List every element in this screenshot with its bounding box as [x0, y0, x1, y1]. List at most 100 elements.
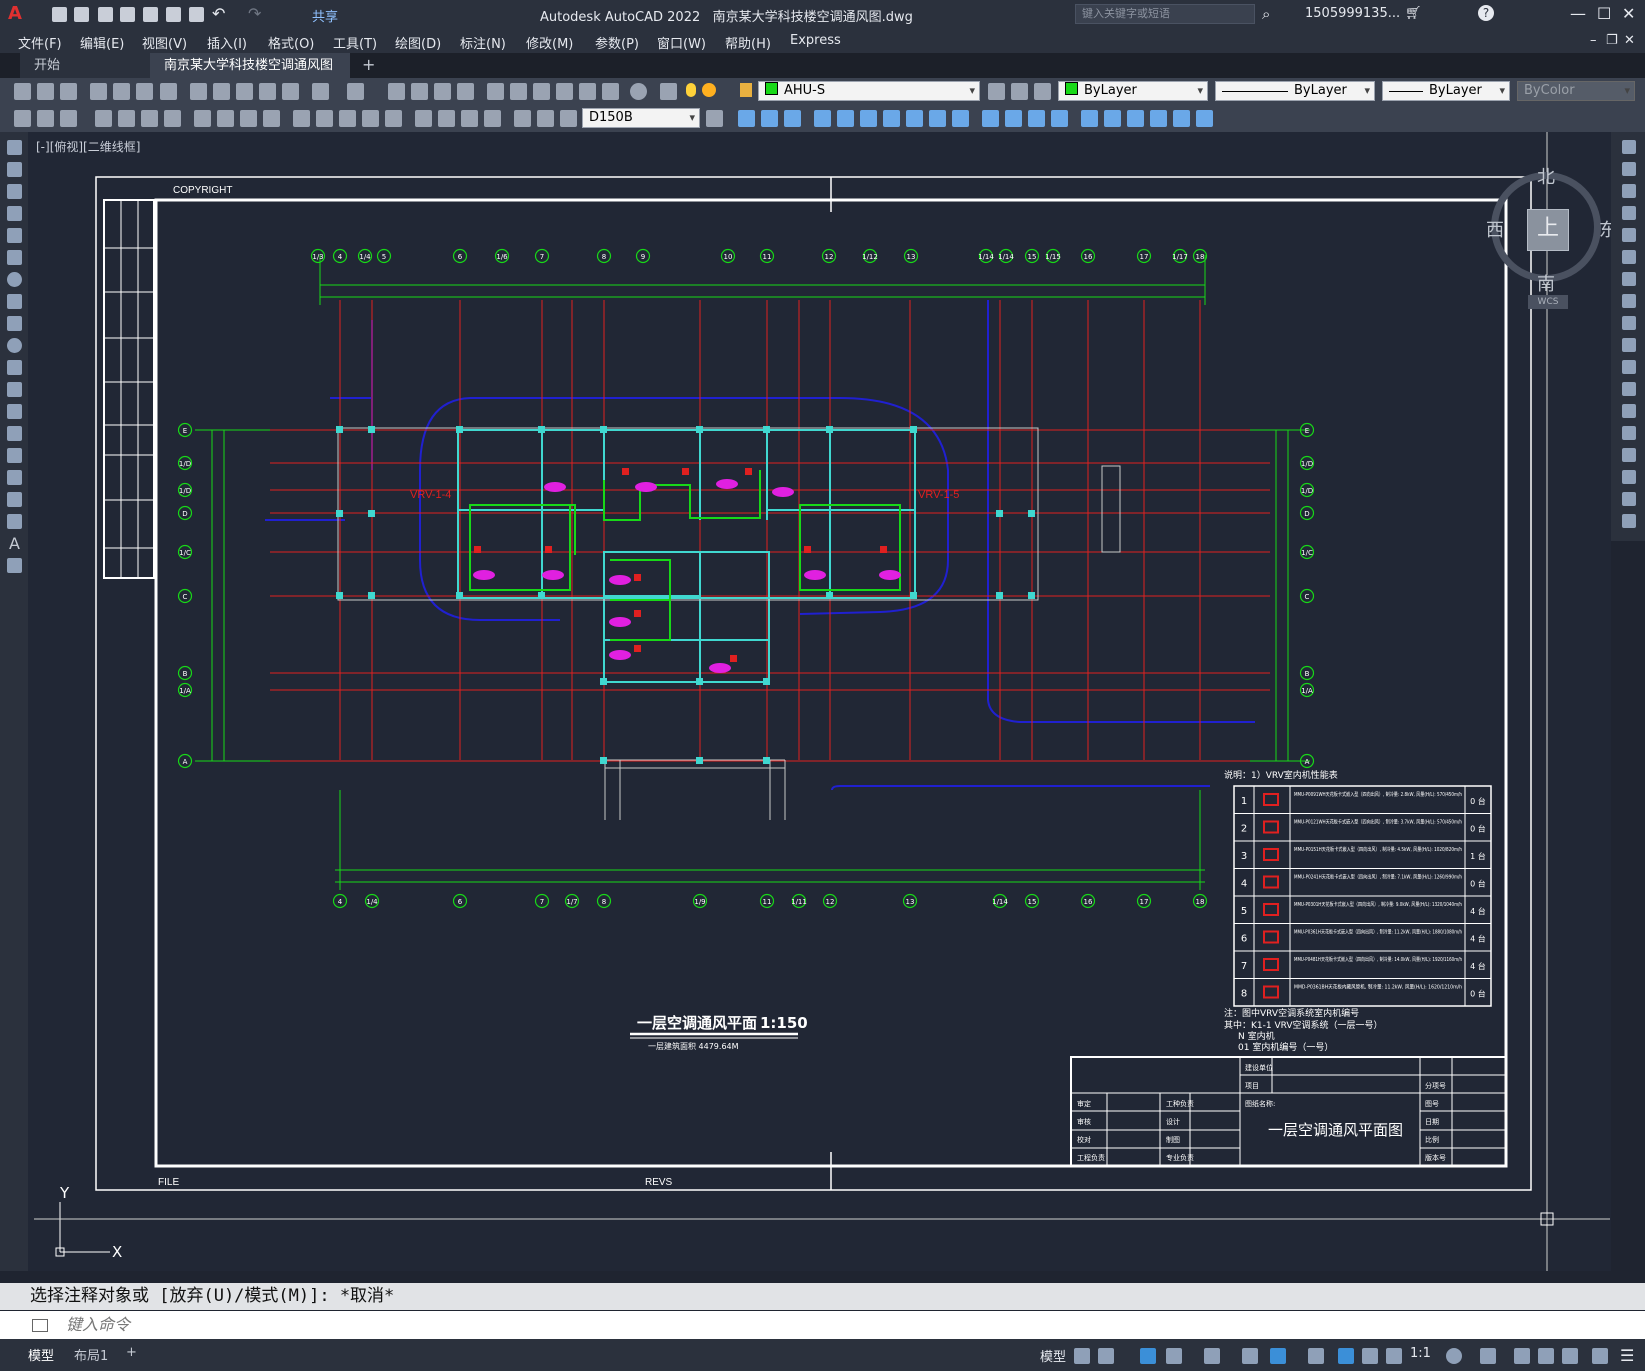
erase-icon[interactable] [1622, 140, 1636, 154]
redo-icon[interactable] [347, 83, 364, 100]
help-icon[interactable] [630, 83, 647, 100]
layer-properties-icon[interactable] [660, 83, 677, 100]
point-icon[interactable] [7, 426, 22, 441]
spline-icon[interactable] [7, 316, 22, 331]
annotation-scale[interactable]: 1:1 [1410, 1346, 1431, 1361]
publish-icon[interactable] [136, 83, 153, 100]
3d-print-icon[interactable] [160, 83, 177, 100]
stretch-icon[interactable] [1622, 316, 1636, 330]
menu-insert[interactable]: 插入(I) [207, 33, 247, 52]
dim-edit-icon[interactable] [514, 110, 531, 127]
osnap-icon[interactable] [1270, 1348, 1286, 1364]
viewcube-top-face[interactable]: 上 [1527, 209, 1569, 251]
modify-icon-10[interactable] [952, 110, 969, 127]
break-icon[interactable] [1622, 404, 1636, 418]
viewcube-west[interactable]: 西 [1486, 216, 1504, 242]
move-icon[interactable] [1622, 250, 1636, 264]
share-button[interactable]: 共享 [312, 6, 338, 25]
save-icon[interactable] [60, 83, 77, 100]
modify-icon-9[interactable] [929, 110, 946, 127]
diameter-dim-icon[interactable] [240, 110, 257, 127]
modify-icon-3[interactable] [784, 110, 801, 127]
autocad-logo-icon[interactable]: A [8, 3, 22, 24]
paste-icon[interactable] [236, 83, 253, 100]
command-icon[interactable] [32, 1319, 48, 1332]
make-block-icon[interactable] [7, 404, 22, 419]
zoom-previous-icon[interactable] [457, 83, 474, 100]
dimstyle-dropdown[interactable]: D150B [582, 108, 700, 128]
aligned-dim-icon[interactable] [118, 110, 135, 127]
menu-tools[interactable]: 工具(T) [333, 33, 377, 52]
doc-minimize-icon[interactable]: – [1590, 33, 1597, 48]
maximize-button[interactable]: ☐ [1597, 4, 1611, 23]
command-line[interactable]: 键入命令 [0, 1311, 1645, 1339]
annotation-visibility-icon[interactable] [1338, 1348, 1354, 1364]
layer-thaw-icon[interactable] [702, 83, 716, 97]
search-icon[interactable]: ⌕ [1262, 5, 1270, 23]
markup-icon[interactable] [579, 83, 596, 100]
menu-dimension[interactable]: 标注(N) [460, 33, 506, 52]
isolate-objects-icon[interactable] [1514, 1348, 1530, 1364]
rectangle-icon[interactable] [7, 228, 22, 243]
explode-icon[interactable] [1622, 514, 1636, 528]
region-icon[interactable] [7, 492, 22, 507]
open-icon[interactable] [37, 83, 54, 100]
break-at-point-icon[interactable] [1622, 382, 1636, 396]
isodraft-icon[interactable] [1204, 1348, 1220, 1364]
customize-menu-icon[interactable]: ☰ [1620, 1346, 1634, 1365]
fillet-icon[interactable] [1622, 470, 1636, 484]
linear-dim-icon[interactable] [95, 110, 112, 127]
menu-view[interactable]: 视图(V) [142, 33, 187, 52]
save-icon[interactable] [98, 7, 113, 22]
workspace-gear-icon[interactable] [1446, 1348, 1462, 1364]
chamfer-icon[interactable] [1622, 448, 1636, 462]
extend-icon[interactable] [1622, 360, 1636, 374]
gradient-icon[interactable] [7, 470, 22, 485]
plot-icon[interactable] [143, 7, 158, 22]
modify-icon-11[interactable] [982, 110, 999, 127]
layer-on-icon[interactable] [686, 83, 696, 97]
snap-icon[interactable] [1098, 1348, 1114, 1364]
modify-icon-1[interactable] [738, 110, 755, 127]
otrack-icon[interactable] [1242, 1348, 1258, 1364]
tab-start[interactable]: 开始 [20, 53, 150, 78]
blockedit-icon[interactable] [282, 83, 299, 100]
viewcube-north[interactable]: 北 [1537, 163, 1555, 189]
tolerance-icon[interactable] [415, 110, 432, 127]
polyline-icon[interactable] [7, 184, 22, 199]
pan-icon[interactable] [388, 83, 405, 100]
matchprop-icon[interactable] [259, 83, 276, 100]
lineweight-icon[interactable] [1308, 1348, 1324, 1364]
annotation-scale-icon[interactable] [1386, 1348, 1402, 1364]
print-icon[interactable] [189, 7, 204, 22]
model-space-button[interactable]: 模型 [1040, 1346, 1066, 1365]
cut-icon[interactable] [190, 83, 207, 100]
open-icon[interactable] [74, 7, 89, 22]
join-icon[interactable] [1622, 426, 1636, 440]
annotation-monitor-icon[interactable] [1480, 1348, 1496, 1364]
clean-screen-icon[interactable] [1562, 1348, 1578, 1364]
tab-document[interactable]: 南京某大学科技楼空调通风图*× [150, 53, 350, 98]
modify-icon-12[interactable] [1005, 110, 1022, 127]
cart-icon[interactable]: 🛒︎ [1405, 6, 1422, 21]
polygon-icon[interactable] [7, 206, 22, 221]
tb2-icon-1[interactable] [14, 110, 31, 127]
add-layout-button[interactable]: + [126, 1345, 137, 1360]
rotate-icon[interactable] [1622, 272, 1636, 286]
drawing-canvas[interactable]: COPYRIGHT FILE REVS VRV-1-4 VRV-1-5 1/3 … [28, 132, 1611, 1271]
mirror-icon[interactable] [1622, 184, 1636, 198]
ortho-icon[interactable] [1140, 1348, 1156, 1364]
revcloud-icon[interactable] [7, 294, 22, 309]
doc-close-icon[interactable]: ✕ [1624, 33, 1635, 48]
modify-icon-7[interactable] [883, 110, 900, 127]
make-current-icon[interactable] [988, 83, 1005, 100]
viewcube-south[interactable]: 南 [1537, 270, 1555, 296]
mtext-icon[interactable]: A [9, 534, 20, 553]
undo-icon[interactable]: ↶ [212, 4, 225, 23]
plotstyle-dropdown[interactable]: ByColor [1517, 81, 1635, 101]
modify-icon-14[interactable] [1051, 110, 1068, 127]
save-as-icon[interactable] [120, 7, 135, 22]
tb2-icon-2[interactable] [37, 110, 54, 127]
qnew-icon[interactable] [14, 83, 31, 100]
layer-previous-icon[interactable] [1011, 83, 1028, 100]
